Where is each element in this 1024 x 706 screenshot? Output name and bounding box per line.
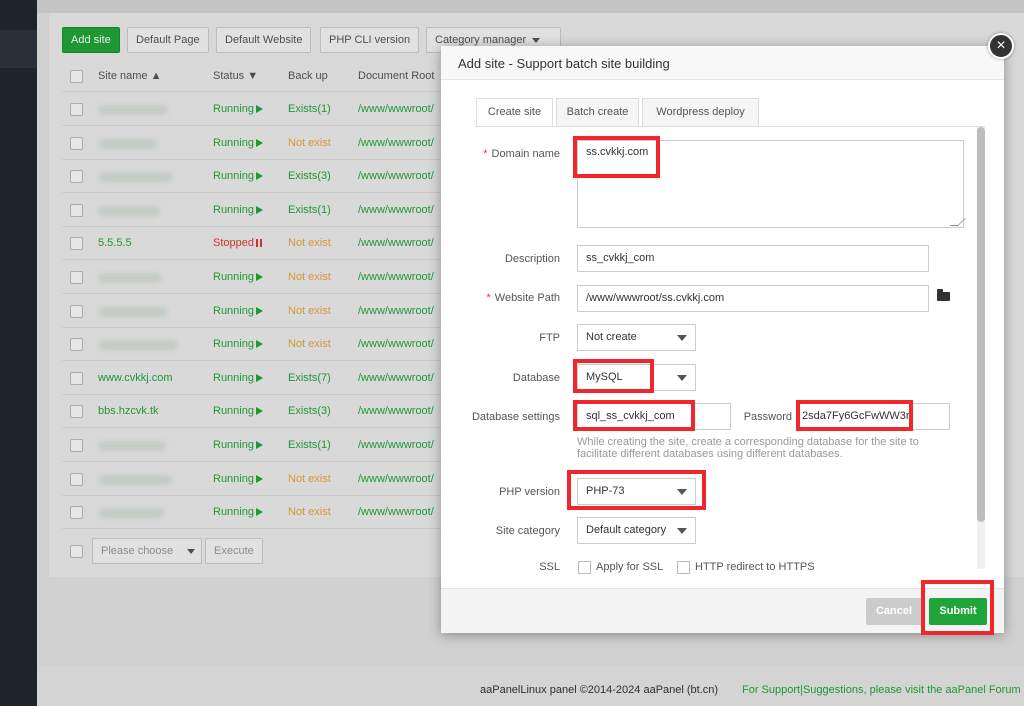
tab-create-site[interactable]: Create site (476, 98, 553, 127)
left-sidebar (0, 0, 37, 706)
cancel-button[interactable]: Cancel (866, 598, 922, 625)
site-category-select[interactable]: Default category (577, 517, 696, 544)
website-path-label: * Website Path (470, 292, 560, 304)
highlight-box-domain (573, 136, 660, 178)
tab-wordpress-deploy[interactable]: Wordpress deploy (642, 98, 759, 127)
tab-divider (475, 126, 985, 127)
https-redirect-checkbox[interactable] (677, 561, 690, 574)
website-path-label-text: Website Path (494, 292, 560, 304)
form-scrollbar-thumb[interactable] (977, 127, 985, 522)
description-label: Description (504, 253, 560, 265)
db-hint-text: While creating the site, create a corres… (577, 436, 919, 460)
site-category-value: Default category (586, 524, 667, 536)
chevron-down-icon (677, 335, 687, 341)
site-category-label: Site category (495, 525, 560, 537)
required-mark: * (486, 292, 491, 304)
chevron-down-icon (677, 375, 687, 381)
required-mark: * (483, 148, 488, 160)
tab-batch-create[interactable]: Batch create (556, 98, 639, 127)
highlight-box-php (567, 470, 706, 510)
domain-label: * Domain name (470, 148, 560, 160)
chevron-down-icon (677, 528, 687, 534)
close-icon[interactable]: × (988, 33, 1014, 59)
apply-ssl-checkbox[interactable] (578, 561, 591, 574)
domain-label-text: Domain name (491, 148, 560, 160)
password-label: Password (743, 411, 792, 423)
https-redirect-label: HTTP redirect to HTTPS (695, 561, 815, 573)
dialog-header: Add site - Support batch site building (441, 46, 1004, 80)
ssl-label: SSL (539, 561, 560, 573)
dialog-title: Add site - Support batch site building (458, 56, 670, 71)
description-input[interactable]: ss_cvkkj_com (577, 245, 929, 272)
highlight-box-db-user (573, 400, 695, 431)
ftp-select[interactable]: Not create (577, 324, 696, 351)
highlight-box-database (573, 359, 654, 393)
db-settings-label: Database settings (471, 411, 560, 423)
database-label: Database (512, 372, 560, 384)
ftp-label: FTP (539, 332, 560, 344)
folder-icon[interactable] (937, 289, 950, 301)
website-path-input[interactable]: /www/wwwroot/ss.cvkkj.com (577, 285, 929, 312)
highlight-box-password (796, 400, 913, 431)
apply-ssl-label: Apply for SSL (596, 561, 664, 573)
ftp-select-value: Not create (586, 331, 637, 343)
highlight-box-submit (921, 580, 994, 635)
sidebar-active-item[interactable] (0, 30, 37, 68)
php-version-label: PHP version (499, 486, 560, 498)
